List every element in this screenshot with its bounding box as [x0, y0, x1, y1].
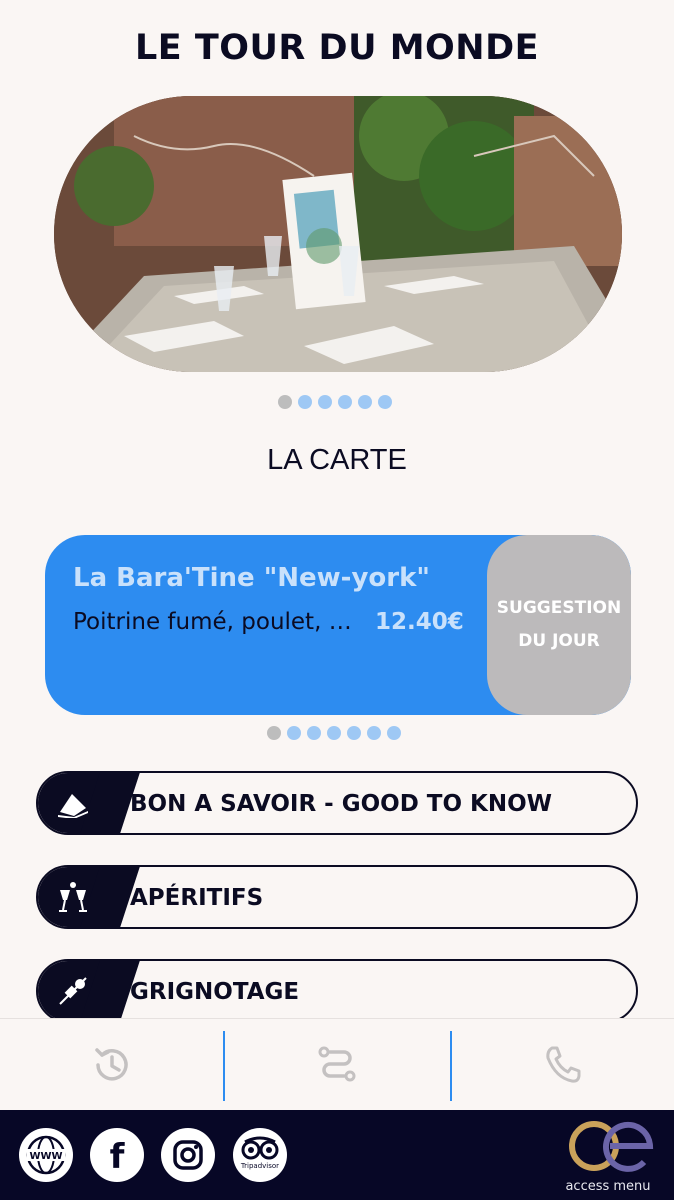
brand-logo-mark — [569, 1121, 654, 1172]
instagram-link[interactable] — [161, 1128, 215, 1182]
carousel-dot[interactable] — [387, 726, 401, 740]
svg-text:WWW: WWW — [29, 1151, 62, 1162]
call-button[interactable] — [452, 1019, 674, 1111]
history-button[interactable] — [0, 1019, 224, 1111]
hero-carousel-image[interactable] — [54, 96, 622, 372]
suggestion-badge: SUGGESTION DU JOUR — [487, 535, 631, 715]
menu-item-bon-a-savoir[interactable]: BON A SAVOIR - GOOD TO KNOW — [36, 771, 638, 835]
menu-item-aperitifs[interactable]: APÉRITIFS — [36, 865, 638, 929]
dish-price: 12.40€ — [375, 609, 464, 635]
carousel-dot[interactable] — [338, 395, 352, 409]
carousel-dot[interactable] — [278, 395, 292, 409]
section-title: LA CARTE — [267, 444, 407, 476]
restaurant-photo — [54, 96, 622, 372]
dish-description: Poitrine fumé, poulet, … — [73, 609, 352, 635]
carousel-dot[interactable] — [367, 726, 381, 740]
action-bar — [0, 1018, 674, 1110]
tripadvisor-link[interactable]: Tripadvisor — [233, 1128, 287, 1182]
menu-item-grignotage[interactable]: GRIGNOTAGE — [36, 959, 638, 1023]
carousel-dot[interactable] — [378, 395, 392, 409]
phone-icon — [546, 1046, 581, 1083]
carousel-dot[interactable] — [318, 395, 332, 409]
carousel-dot[interactable] — [327, 726, 341, 740]
cheers-glasses-icon — [38, 867, 110, 927]
suggestion-carousel-dots[interactable] — [267, 726, 401, 740]
brand-name: access menu — [565, 1179, 651, 1194]
menu-item-label: BON A SAVOIR - GOOD TO KNOW — [130, 791, 553, 817]
carousel-dot[interactable] — [358, 395, 372, 409]
dish-name: La Bara'Tine "New-york" — [73, 563, 430, 593]
menu-item-label: APÉRITIFS — [130, 885, 264, 911]
skewer-icon — [38, 961, 110, 1021]
hero-carousel-dots[interactable] — [278, 395, 392, 409]
instagram-icon — [173, 1140, 203, 1170]
carousel-dot[interactable] — [307, 726, 321, 740]
footer: WWW f Tripadvisor access menu — [0, 1110, 674, 1200]
carousel-dot[interactable] — [267, 726, 281, 740]
access-menu-logo: access menu — [558, 1118, 658, 1194]
page-title: LE TOUR DU MONDE — [134, 28, 540, 68]
carousel-dot[interactable] — [287, 726, 301, 740]
book-pages-icon — [38, 773, 110, 833]
suggestion-badge-label: SUGGESTION DU JOUR — [496, 598, 622, 651]
menu-item-label: GRIGNOTAGE — [130, 979, 300, 1005]
carousel-dot[interactable] — [298, 395, 312, 409]
suggestion-card[interactable]: La Bara'Tine "New-york" Poitrine fumé, p… — [45, 535, 631, 715]
website-link[interactable]: WWW — [19, 1128, 73, 1182]
facebook-link[interactable]: f — [90, 1128, 144, 1182]
clock-history-icon — [95, 1048, 128, 1081]
svg-text:Tripadvisor: Tripadvisor — [240, 1162, 279, 1170]
www-globe-icon: WWW — [26, 1135, 66, 1175]
facebook-icon: f — [109, 1137, 125, 1177]
tripadvisor-icon: Tripadvisor — [240, 1136, 279, 1170]
route-button[interactable] — [225, 1019, 449, 1111]
route-icon — [318, 1046, 356, 1082]
carousel-dot[interactable] — [347, 726, 361, 740]
